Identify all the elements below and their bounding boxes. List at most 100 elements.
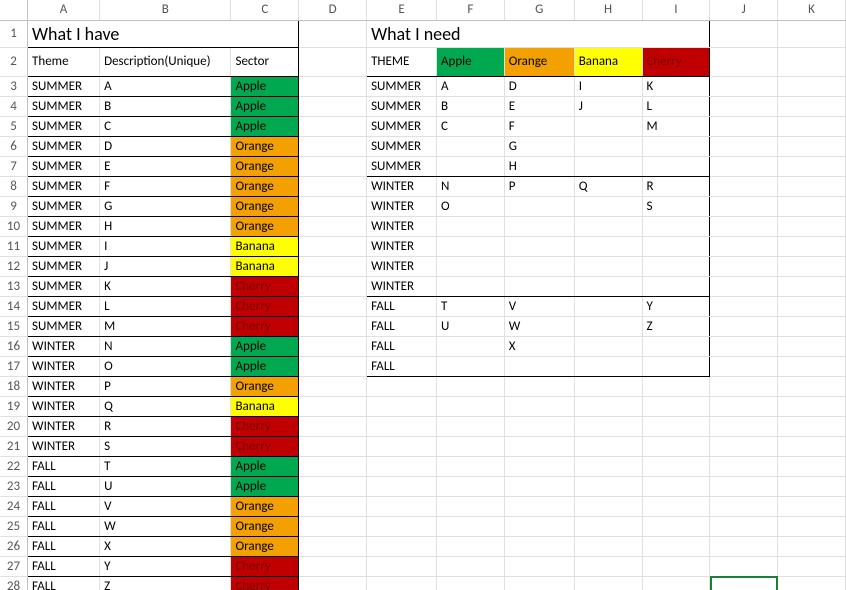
cell-H7[interactable]: [574, 156, 642, 176]
cell-F18[interactable]: [436, 376, 504, 396]
cell-I23[interactable]: [642, 476, 710, 496]
cell-F17[interactable]: [436, 356, 504, 376]
cell-D27[interactable]: [299, 556, 367, 576]
cell-H25[interactable]: [574, 516, 642, 536]
cell-J2[interactable]: [710, 47, 778, 76]
cell-E8[interactable]: WINTER: [367, 176, 437, 196]
cell-J17[interactable]: [710, 356, 778, 376]
cell-A12[interactable]: SUMMER: [28, 256, 100, 276]
select-all-corner[interactable]: [0, 0, 28, 20]
cell-B7[interactable]: E: [100, 156, 231, 176]
cell-D21[interactable]: [299, 436, 367, 456]
cell-B10[interactable]: H: [100, 216, 231, 236]
cell-C3[interactable]: Apple: [231, 76, 299, 96]
cell-D9[interactable]: [299, 196, 367, 216]
cell-K19[interactable]: [778, 396, 846, 416]
cell-G11[interactable]: [504, 236, 574, 256]
cell-G17[interactable]: [504, 356, 574, 376]
cell-I15[interactable]: Z: [642, 316, 710, 336]
cell-B16[interactable]: N: [100, 336, 231, 356]
row-header-13[interactable]: 13: [0, 276, 28, 296]
cell-A21[interactable]: WINTER: [28, 436, 100, 456]
cell-C23[interactable]: Apple: [231, 476, 299, 496]
row-header-26[interactable]: 26: [0, 536, 28, 556]
cell-A11[interactable]: SUMMER: [28, 236, 100, 256]
cell-I25[interactable]: [642, 516, 710, 536]
cell-G3[interactable]: D: [504, 76, 574, 96]
cell-C8[interactable]: Orange: [231, 176, 299, 196]
cell-F5[interactable]: C: [436, 116, 504, 136]
cell-K12[interactable]: [778, 256, 846, 276]
row-header-7[interactable]: 7: [0, 156, 28, 176]
cell-J28[interactable]: [710, 576, 778, 590]
cell-J18[interactable]: [710, 376, 778, 396]
cell-D3[interactable]: [299, 76, 367, 96]
cell-C5[interactable]: Apple: [231, 116, 299, 136]
cell-D4[interactable]: [299, 96, 367, 116]
cell-H5[interactable]: [574, 116, 642, 136]
cell-H21[interactable]: [574, 436, 642, 456]
cell-E28[interactable]: [367, 576, 437, 590]
row-header-20[interactable]: 20: [0, 416, 28, 436]
cell-D23[interactable]: [299, 476, 367, 496]
cell-K4[interactable]: [778, 96, 846, 116]
cell-D12[interactable]: [299, 256, 367, 276]
cell-K1[interactable]: [778, 20, 846, 47]
cell-J3[interactable]: [710, 76, 778, 96]
cell-C10[interactable]: Orange: [231, 216, 299, 236]
cell-I14[interactable]: Y: [642, 296, 710, 316]
cell-I7[interactable]: [642, 156, 710, 176]
cell-A18[interactable]: WINTER: [28, 376, 100, 396]
cell-G5[interactable]: F: [504, 116, 574, 136]
cell-I4[interactable]: L: [642, 96, 710, 116]
row-header-3[interactable]: 3: [0, 76, 28, 96]
cell-E4[interactable]: SUMMER: [367, 96, 437, 116]
cell-G9[interactable]: [504, 196, 574, 216]
cell-I9[interactable]: S: [642, 196, 710, 216]
cell-A26[interactable]: FALL: [28, 536, 100, 556]
cell-J13[interactable]: [710, 276, 778, 296]
cell-J4[interactable]: [710, 96, 778, 116]
cell-A13[interactable]: SUMMER: [28, 276, 100, 296]
cell-H8[interactable]: Q: [574, 176, 642, 196]
cell-J9[interactable]: [710, 196, 778, 216]
cell-F11[interactable]: [436, 236, 504, 256]
cell-J10[interactable]: [710, 216, 778, 236]
cell-K9[interactable]: [778, 196, 846, 216]
cell-D14[interactable]: [299, 296, 367, 316]
cell-I28[interactable]: [642, 576, 710, 590]
cell-E27[interactable]: [367, 556, 437, 576]
cell-E16[interactable]: FALL: [367, 336, 437, 356]
row-header-24[interactable]: 24: [0, 496, 28, 516]
cell-J8[interactable]: [710, 176, 778, 196]
cell-D2[interactable]: [299, 47, 367, 76]
cell-E22[interactable]: [367, 456, 437, 476]
col-header-D[interactable]: D: [299, 0, 367, 20]
cell-A2[interactable]: Theme: [28, 47, 100, 76]
cell-D26[interactable]: [299, 536, 367, 556]
cell-A15[interactable]: SUMMER: [28, 316, 100, 336]
cell-B5[interactable]: C: [100, 116, 231, 136]
cell-C15[interactable]: Cherry: [231, 316, 299, 336]
cell-D19[interactable]: [299, 396, 367, 416]
cell-A10[interactable]: SUMMER: [28, 216, 100, 236]
cell-J11[interactable]: [710, 236, 778, 256]
cell-B19[interactable]: Q: [100, 396, 231, 416]
cell-B23[interactable]: U: [100, 476, 231, 496]
cell-A22[interactable]: FALL: [28, 456, 100, 476]
cell-D13[interactable]: [299, 276, 367, 296]
cell-G13[interactable]: [504, 276, 574, 296]
cell-E20[interactable]: [367, 416, 437, 436]
cell-E14[interactable]: FALL: [367, 296, 437, 316]
cell-I26[interactable]: [642, 536, 710, 556]
row-header-18[interactable]: 18: [0, 376, 28, 396]
title-left[interactable]: What I have: [28, 20, 299, 47]
cell-D24[interactable]: [299, 496, 367, 516]
col-header-A[interactable]: A: [28, 0, 100, 20]
cell-I13[interactable]: [642, 276, 710, 296]
cell-A3[interactable]: SUMMER: [28, 76, 100, 96]
row-header-15[interactable]: 15: [0, 316, 28, 336]
col-header-F[interactable]: F: [436, 0, 504, 20]
cell-A17[interactable]: WINTER: [28, 356, 100, 376]
cell-E24[interactable]: [367, 496, 437, 516]
